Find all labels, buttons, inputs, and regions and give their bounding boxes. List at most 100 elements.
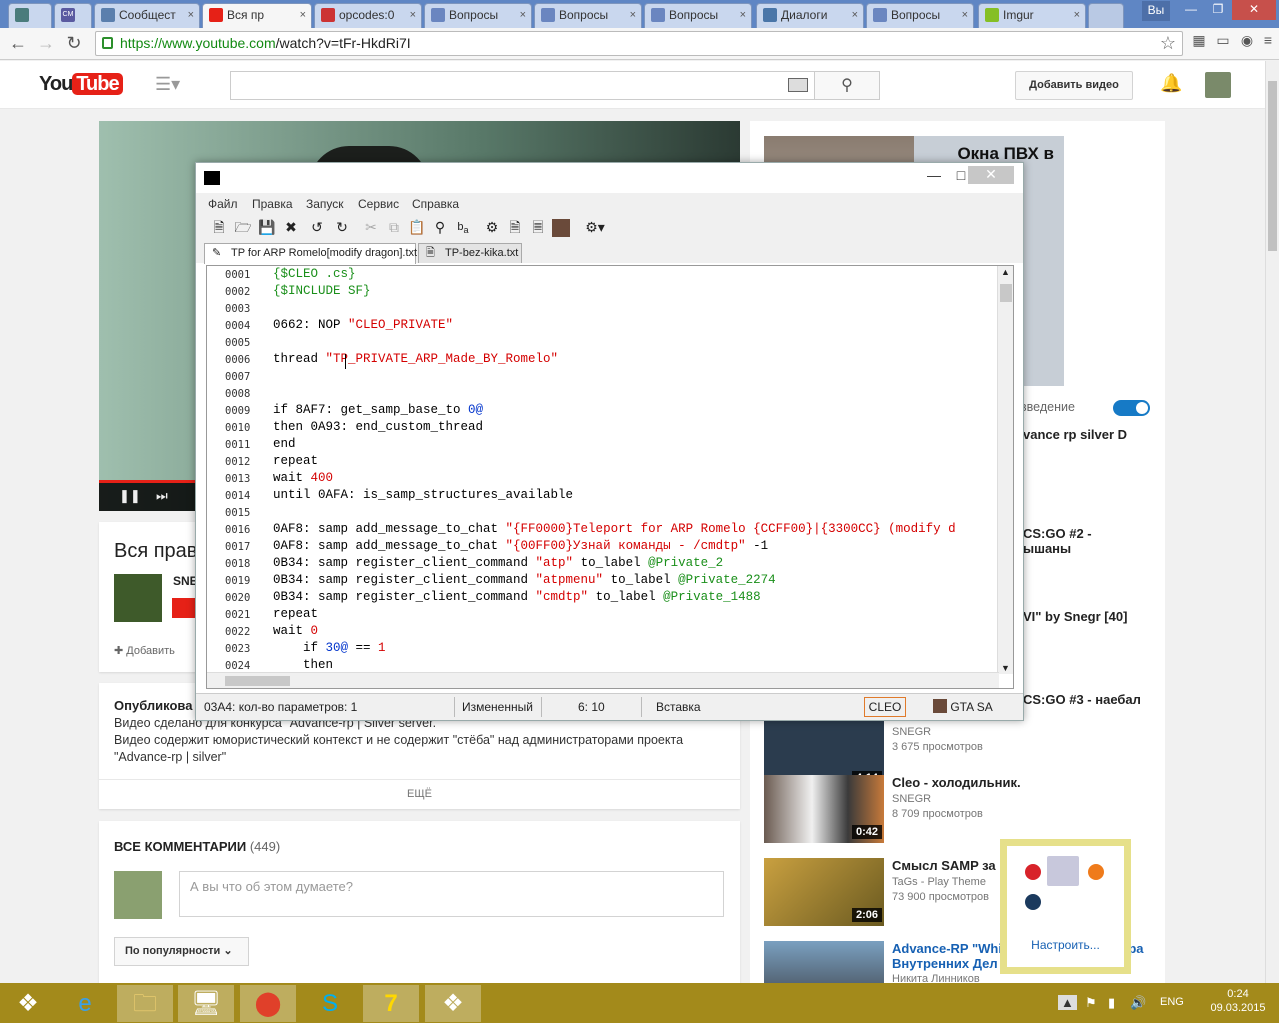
- close-tab-icon[interactable]: ×: [630, 4, 636, 26]
- search-button[interactable]: ⚲: [814, 71, 880, 100]
- code-line[interactable]: 0AF8: samp add_message_to_chat "{FF0000}…: [273, 522, 956, 536]
- game-icon[interactable]: [552, 219, 570, 237]
- related-video[interactable]: 0:42 Cleo - холодильник. SNEGR 8 709 про…: [764, 775, 1134, 845]
- menu-run[interactable]: Запуск: [306, 197, 344, 211]
- code-line[interactable]: repeat: [273, 454, 318, 468]
- add-to-button[interactable]: ✚ Добавить: [114, 644, 175, 657]
- bookmark-star-icon[interactable]: ☆: [1160, 32, 1176, 55]
- redo-icon[interactable]: ↻: [333, 219, 351, 237]
- start-button[interactable]: ❖: [0, 985, 56, 1022]
- code-line[interactable]: 0B34: samp register_client_command "atp"…: [273, 556, 723, 570]
- browser-tab[interactable]: Вопросы ×: [534, 3, 642, 28]
- code-line[interactable]: 0B34: samp register_client_command "atpm…: [273, 573, 776, 587]
- browser-tab[interactable]: Диалоги ×: [756, 3, 864, 28]
- clock[interactable]: 0:24 09.03.2015: [1205, 987, 1271, 1015]
- taskbar-skype[interactable]: S: [302, 985, 358, 1022]
- menu-file[interactable]: Файл: [208, 197, 238, 211]
- related-title-partial[interactable]: VI" by Snegr [40]: [1023, 609, 1127, 624]
- keyboard-icon[interactable]: [788, 78, 808, 92]
- undo-icon[interactable]: ↺: [308, 219, 326, 237]
- customize-tray-link[interactable]: Настроить...: [1007, 938, 1124, 952]
- close-tab-icon[interactable]: ×: [740, 4, 746, 26]
- autoplay-toggle[interactable]: [1113, 400, 1150, 416]
- compile-icon[interactable]: 🗎: [506, 219, 524, 237]
- code-line[interactable]: {$CLEO .cs}: [273, 267, 356, 281]
- game-selector[interactable]: GTA SA: [933, 699, 993, 717]
- tray-app-icon[interactable]: [1025, 864, 1041, 880]
- code-line[interactable]: then 0A93: end_custom_thread: [273, 420, 483, 434]
- close-tab-icon[interactable]: ×: [410, 4, 416, 26]
- code-line[interactable]: thread "TP_PRIVATE_ARP_Made_BY_Romelo": [273, 352, 558, 366]
- close-file-icon[interactable]: ✖: [282, 219, 300, 237]
- notifications-bell-icon[interactable]: 🔔: [1160, 73, 1182, 94]
- code-line[interactable]: then: [273, 658, 333, 672]
- browser-tab[interactable]: Вопросы ×: [644, 3, 752, 28]
- youtube-logo[interactable]: You Tube: [39, 73, 123, 99]
- editor-vertical-scrollbar[interactable]: ▲ ▼: [997, 266, 1013, 674]
- options-gear-icon[interactable]: ⚙▾: [581, 219, 609, 237]
- code-line[interactable]: end: [273, 437, 296, 451]
- minimize-icon[interactable]: —: [1178, 0, 1204, 20]
- editor-tab[interactable]: ✎ TP for ARP Romelo[modify dragon].txt: [204, 243, 417, 264]
- taskbar-chrome[interactable]: ⬤: [240, 985, 296, 1022]
- taskbar-explorer[interactable]: 🗀: [117, 985, 173, 1022]
- forward-icon[interactable]: →: [34, 32, 58, 56]
- back-icon[interactable]: ←: [6, 32, 30, 56]
- video-thumbnail[interactable]: [764, 941, 884, 983]
- browser-tab[interactable]: Сообщест ×: [94, 3, 200, 28]
- decompile-icon[interactable]: 🗏: [529, 219, 547, 237]
- close-button[interactable]: ✕: [968, 166, 1014, 184]
- search-input[interactable]: [230, 71, 815, 100]
- add-video-button[interactable]: Добавить видео: [1015, 71, 1133, 100]
- taskbar-7zip[interactable]: 7: [363, 985, 419, 1022]
- related-title-partial[interactable]: ышаны: [1023, 541, 1071, 556]
- menu-edit[interactable]: Правка: [252, 197, 293, 211]
- new-file-icon[interactable]: 🗎: [210, 219, 228, 237]
- cut-icon[interactable]: ✂: [362, 219, 380, 237]
- menu-tools[interactable]: Сервис: [358, 197, 399, 211]
- extension-icon[interactable]: ▦: [1189, 32, 1209, 54]
- tray-app-icon[interactable]: [1047, 856, 1079, 886]
- comment-input[interactable]: А вы что об этом думаете?: [179, 871, 724, 917]
- extension-icon[interactable]: ▭: [1213, 32, 1233, 54]
- code-line[interactable]: wait 400: [273, 471, 333, 485]
- close-tab-icon[interactable]: ×: [852, 4, 858, 26]
- compile-settings-icon[interactable]: ⚙: [483, 219, 501, 237]
- menu-help[interactable]: Справка: [412, 197, 459, 211]
- code-line[interactable]: 0B34: samp register_client_command "cmdt…: [273, 590, 761, 604]
- minimize-icon[interactable]: —: [924, 166, 944, 186]
- close-window-button[interactable]: ✕: [1232, 0, 1276, 20]
- reload-icon[interactable]: ↻: [62, 32, 86, 56]
- tray-expand-icon[interactable]: ▲: [1058, 995, 1077, 1010]
- pause-icon[interactable]: ❚❚: [119, 488, 141, 504]
- related-title-partial[interactable]: CS:GO #2 -: [1023, 526, 1092, 541]
- save-icon[interactable]: 💾: [258, 219, 276, 237]
- related-title-partial[interactable]: vance rp silver D: [1023, 427, 1127, 442]
- sort-comments-dropdown[interactable]: По популярности ⌄: [114, 937, 249, 966]
- subscribe-button[interactable]: [172, 598, 196, 618]
- power-icon[interactable]: ▮: [1108, 995, 1115, 1011]
- browser-tab[interactable]: Imgur ×: [978, 3, 1086, 28]
- user-badge[interactable]: Вы: [1142, 1, 1170, 21]
- code-line[interactable]: 0AF8: samp add_message_to_chat "{00FF00}…: [273, 539, 768, 553]
- taskbar-ie[interactable]: e: [57, 985, 113, 1022]
- browser-tab[interactable]: [8, 3, 52, 28]
- channel-name[interactable]: SNE: [173, 574, 198, 588]
- close-tab-icon[interactable]: ×: [520, 4, 526, 26]
- related-title-partial[interactable]: CS:GO #3 - наебал: [1023, 692, 1141, 707]
- browser-tab[interactable]: Вопросы ×: [866, 3, 974, 28]
- paste-icon[interactable]: 📋: [408, 219, 426, 237]
- volume-icon[interactable]: 🔊: [1130, 995, 1146, 1011]
- channel-avatar[interactable]: [114, 574, 162, 622]
- language-indicator[interactable]: ENG: [1160, 996, 1184, 1008]
- menu-icon[interactable]: ≡: [1258, 32, 1278, 54]
- browser-tab[interactable]: CM: [54, 3, 92, 28]
- action-center-icon[interactable]: ⚑: [1085, 995, 1097, 1011]
- page-scrollbar[interactable]: [1265, 61, 1279, 983]
- steam-icon[interactable]: [1025, 894, 1041, 910]
- editor-tab[interactable]: 🗎 TP-bez-kika.txt: [418, 243, 522, 263]
- close-tab-icon[interactable]: ×: [300, 4, 306, 26]
- code-line[interactable]: 0662: NOP "CLEO_PRIVATE": [273, 318, 453, 332]
- window-titlebar[interactable]: — □ ✕: [196, 163, 1023, 191]
- close-tab-icon[interactable]: ×: [188, 4, 194, 26]
